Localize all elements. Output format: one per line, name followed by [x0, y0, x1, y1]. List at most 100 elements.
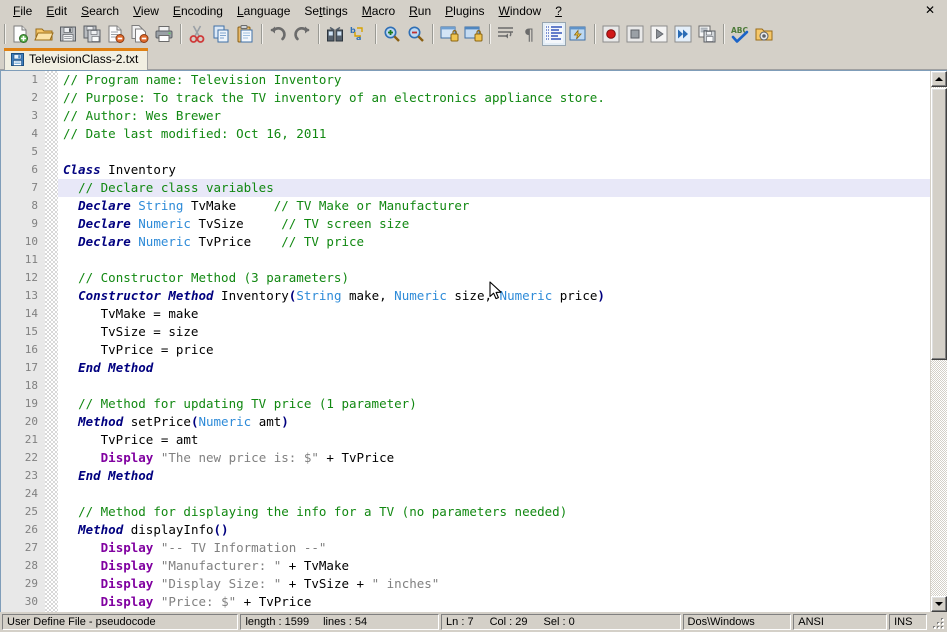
toolbar-record-macro-button[interactable]: [599, 22, 623, 46]
menu-item-window[interactable]: Window: [492, 2, 549, 20]
code-token-str: "-- TV Information --": [160, 540, 327, 555]
zoom-out-icon: [406, 24, 426, 44]
print-icon: [154, 24, 174, 44]
saved-file-icon: [11, 53, 24, 66]
code-line[interactable]: TvPrice = price: [58, 341, 947, 359]
resize-grip[interactable]: [929, 614, 945, 630]
code-token-plain: make,: [341, 288, 395, 303]
code-line[interactable]: [58, 251, 947, 269]
code-line[interactable]: // Method for displaying the info for a …: [58, 503, 947, 521]
code-line[interactable]: TvSize = size: [58, 323, 947, 341]
code-line[interactable]: Method setPrice(Numeric amt): [58, 413, 947, 431]
toolbar-undo-button[interactable]: [266, 22, 290, 46]
menu-item-run[interactable]: Run: [402, 2, 438, 20]
menu-item-plugins[interactable]: Plugins: [438, 2, 491, 20]
code-line[interactable]: Class Inventory: [58, 161, 947, 179]
code-text-area[interactable]: // Program name: Television Inventory // …: [58, 71, 947, 612]
tab-bar: TelevisionClass-2.txt: [0, 47, 947, 70]
code-line[interactable]: // Purpose: To track the TV inventory of…: [58, 89, 947, 107]
code-line[interactable]: Declare Numeric TvSize // TV screen size: [58, 215, 947, 233]
svg-text:a: a: [356, 33, 361, 42]
toolbar-sync-horizontal-scroll-button[interactable]: [461, 22, 485, 46]
toolbar-zoom-out-button[interactable]: [404, 22, 428, 46]
menu-item-language[interactable]: Language: [230, 2, 297, 20]
code-line[interactable]: [58, 377, 947, 395]
toolbar-save-macro-button[interactable]: [695, 22, 719, 46]
menu-item-view[interactable]: View: [126, 2, 166, 20]
toolbar-new-file-button[interactable]: [8, 22, 32, 46]
line-number-gutter: 1 2 3 4 5 6 7 8 9 10 11 12 13 14 15 16 17 18 19 20 21 22 23 24 2…: [1, 71, 45, 612]
close-document-button[interactable]: ✕: [921, 2, 939, 18]
code-token-plain: + TvPrice: [318, 450, 395, 465]
code-line[interactable]: End Method: [58, 467, 947, 485]
scrollbar-thumb[interactable]: [931, 88, 947, 360]
toolbar-separator: [723, 23, 724, 44]
code-line[interactable]: TvMake = make: [58, 305, 947, 323]
toolbar-run-macro-multiple-button[interactable]: [671, 22, 695, 46]
toolbar-word-wrap-button[interactable]: [494, 22, 518, 46]
code-line[interactable]: Display "Display Size: " + TvSize + " in…: [58, 575, 947, 593]
vertical-scrollbar[interactable]: [930, 71, 947, 612]
code-line[interactable]: Display "The new price is: $" + TvPrice: [58, 449, 947, 467]
code-line[interactable]: [58, 485, 947, 503]
toolbar-cut-button[interactable]: [185, 22, 209, 46]
toolbar-print-button[interactable]: [152, 22, 176, 46]
toolbar-play-macro-button[interactable]: [647, 22, 671, 46]
toolbar-run-button[interactable]: [752, 22, 776, 46]
code-line[interactable]: [58, 143, 947, 161]
code-line[interactable]: // Declare class variables: [58, 179, 947, 197]
toolbar-copy-button[interactable]: [209, 22, 233, 46]
toolbar-save-button[interactable]: [56, 22, 80, 46]
toolbar-zoom-in-button[interactable]: [380, 22, 404, 46]
toolbar-spellcheck-button[interactable]: ABC: [728, 22, 752, 46]
toolbar-paste-button[interactable]: [233, 22, 257, 46]
toolbar-save-all-button[interactable]: [80, 22, 104, 46]
sync-horizontal-scroll-icon: [463, 24, 483, 44]
toolbar-show-indent-guide-button[interactable]: [542, 21, 566, 46]
code-line[interactable]: Display "Manufacturer: " + TvMake: [58, 557, 947, 575]
toolbar-close-all-files-button[interactable]: [128, 22, 152, 46]
code-token-kw: Method: [78, 522, 124, 537]
code-line[interactable]: // Constructor Method (3 parameters): [58, 269, 947, 287]
menu-item-file[interactable]: File: [6, 2, 39, 20]
menu-item-[interactable]: ?: [548, 2, 569, 20]
editor-area[interactable]: 1 2 3 4 5 6 7 8 9 10 11 12 13 14 15 16 17 18 19 20 21 22 23 24 2…: [0, 70, 947, 612]
code-line[interactable]: // Method for updating TV price (1 param…: [58, 395, 947, 413]
code-line[interactable]: Display "-- TV Information --": [58, 539, 947, 557]
toolbar-open-file-button[interactable]: [32, 22, 56, 46]
menu-item-settings[interactable]: Settings: [297, 2, 354, 20]
code-line[interactable]: // Date last modified: Oct 16, 2011: [58, 125, 947, 143]
fold-margin[interactable]: [45, 71, 58, 612]
status-length: length : 1599: [245, 616, 310, 628]
code-token-punc: ): [597, 288, 605, 303]
scroll-down-button[interactable]: [931, 596, 947, 612]
code-line[interactable]: Declare Numeric TvPrice // TV price: [58, 233, 947, 251]
code-line[interactable]: Declare String TvMake // TV Make or Manu…: [58, 197, 947, 215]
tab-televisionclass-2[interactable]: TelevisionClass-2.txt: [4, 48, 149, 70]
toolbar-redo-button[interactable]: [290, 22, 314, 46]
toolbar-user-defined-dialog-button[interactable]: [566, 22, 590, 46]
code-line[interactable]: // Author: Wes Brewer: [58, 107, 947, 125]
menu-item-macro[interactable]: Macro: [355, 2, 402, 20]
code-line[interactable]: Display "Price: $" + TvPrice: [58, 593, 947, 611]
menu-item-search[interactable]: Search: [74, 2, 126, 20]
scroll-up-button[interactable]: [931, 71, 947, 87]
toolbar-sync-vertical-scroll-button[interactable]: [437, 22, 461, 46]
toolbar-replace-button[interactable]: ba: [347, 22, 371, 46]
record-macro-icon: [601, 24, 621, 44]
menu-item-encoding[interactable]: Encoding: [166, 2, 230, 20]
toolbar-show-all-characters-button[interactable]: ¶: [518, 22, 542, 46]
zoom-in-icon: [382, 24, 402, 44]
code-token-type: String: [138, 198, 184, 213]
status-lines: lines : 54: [323, 616, 368, 628]
menu-item-edit[interactable]: Edit: [39, 2, 74, 20]
code-line[interactable]: Constructor Method Inventory(String make…: [58, 287, 947, 305]
code-line[interactable]: End Method: [58, 359, 947, 377]
toolbar-close-file-button[interactable]: [104, 22, 128, 46]
code-line[interactable]: // Program name: Television Inventory: [58, 71, 947, 89]
code-line[interactable]: Method displayInfo(): [58, 521, 947, 539]
toolbar-stop-macro-button[interactable]: [623, 22, 647, 46]
code-token-comment: // Purpose: To track the TV inventory of…: [63, 90, 605, 105]
code-line[interactable]: TvPrice = amt: [58, 431, 947, 449]
toolbar-find-button[interactable]: [323, 22, 347, 46]
